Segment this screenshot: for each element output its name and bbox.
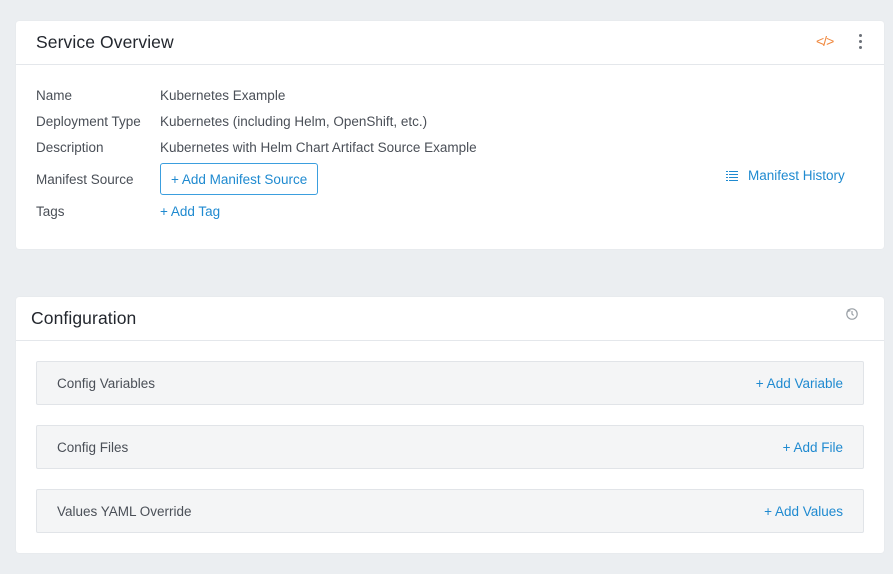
values-yaml-override-section[interactable]: Values YAML Override + Add Values [36,489,864,533]
description-row: Description Kubernetes with Helm Chart A… [36,137,477,157]
deployment-type-value: Kubernetes (including Helm, OpenShift, e… [160,113,428,129]
config-files-title: Config Files [57,439,129,455]
tags-label: Tags [36,203,65,219]
name-row: Name Kubernetes Example [36,85,285,105]
manifest-source-label: Manifest Source [36,171,134,187]
name-value: Kubernetes Example [160,87,286,103]
configuration-header: Configuration [16,297,884,341]
description-label: Description [36,139,104,155]
code-icon[interactable]: </> [816,33,834,49]
add-variable-link[interactable]: + Add Variable [756,376,843,391]
history-icon[interactable] [845,307,859,321]
deployment-type-label: Deployment Type [36,113,141,129]
manifest-history-label[interactable]: Manifest History [748,168,845,183]
service-overview-card: Service Overview </> Name Kubernetes Exa… [16,21,884,249]
configuration-card: Configuration Config Variables + Add Var… [16,297,884,553]
description-value: Kubernetes with Helm Chart Artifact Sour… [160,139,477,155]
add-tag-link[interactable]: + Add Tag [160,204,220,219]
add-values-link[interactable]: + Add Values [764,504,843,519]
list-icon [726,170,738,181]
manifest-source-row: Manifest Source + Add Manifest Source [36,163,319,195]
config-files-section[interactable]: Config Files + Add File [36,425,864,469]
deployment-type-row: Deployment Type Kubernetes (including He… [36,111,427,131]
config-variables-title: Config Variables [57,375,156,391]
add-file-link[interactable]: + Add File [783,440,843,455]
kebab-menu-icon[interactable] [856,34,864,52]
config-variables-section[interactable]: Config Variables + Add Variable [36,361,864,405]
configuration-title: Configuration [31,308,137,328]
values-yaml-override-title: Values YAML Override [57,503,192,519]
name-label: Name [36,87,73,103]
service-overview-title: Service Overview [36,32,174,52]
add-manifest-source-button[interactable]: + Add Manifest Source [160,163,319,195]
manifest-history-link[interactable]: Manifest History [726,168,845,183]
service-overview-header: Service Overview </> [16,21,884,65]
tags-row: Tags + Add Tag [36,201,220,221]
